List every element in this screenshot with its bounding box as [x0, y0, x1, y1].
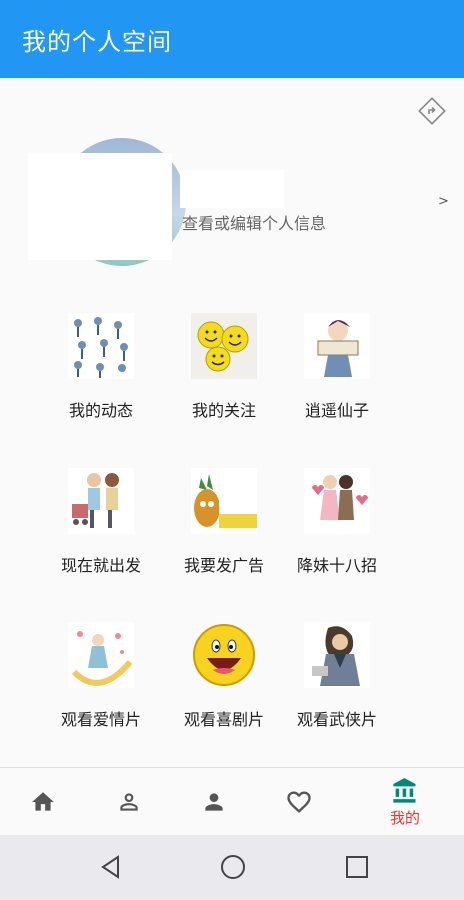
app-bar: 我的个人空间 — [0, 0, 464, 78]
grid-item-watch-comedy[interactable]: 观看喜剧片 — [164, 622, 284, 730]
nav-profile[interactable] — [179, 768, 249, 836]
romance-illustration-icon — [68, 622, 134, 688]
nav-mine[interactable]: 我的 — [370, 768, 440, 836]
nav-mine-label: 我的 — [389, 808, 420, 827]
back-button[interactable] — [96, 852, 126, 882]
page-title: 我的个人空间 — [22, 27, 172, 56]
back-triangle-icon — [101, 855, 119, 879]
martial-artist-icon — [304, 622, 370, 688]
bottom-navigation: 我的 — [0, 767, 464, 835]
grid-item-label: 现在就出发 — [60, 556, 141, 575]
share-icon[interactable] — [418, 97, 446, 125]
recents-square-icon — [346, 856, 368, 878]
home-button[interactable] — [218, 852, 248, 882]
system-nav-bar — [0, 835, 464, 900]
nav-home[interactable] — [8, 768, 78, 836]
grid-item-label: 观看喜剧片 — [183, 710, 264, 729]
grid-item-eighteen-moves[interactable]: 降妹十八招 — [277, 468, 397, 576]
home-icon — [32, 792, 54, 811]
grid-item-set-off-now[interactable]: 现在就出发 — [41, 468, 161, 576]
person-outline-icon — [120, 793, 138, 811]
grid-item-label: 观看爱情片 — [60, 710, 141, 729]
chevron-right-icon[interactable]: > — [438, 194, 449, 209]
recents-button[interactable] — [342, 852, 372, 882]
pineapple-sign-icon — [191, 468, 257, 534]
grid-item-label: 我的动态 — [68, 401, 133, 420]
username-field — [180, 170, 284, 208]
avatar-mask — [28, 153, 172, 260]
grid-item-watch-romance[interactable]: 观看爱情片 — [41, 622, 161, 730]
reading-character-icon — [304, 313, 370, 379]
bank-icon — [393, 777, 416, 803]
couple-hearts-icon — [304, 468, 370, 534]
smiley-buttons-icon — [191, 313, 257, 379]
grid-item-my-feed[interactable]: 我的动态 — [41, 313, 161, 421]
grid-item-label: 逍遥仙子 — [304, 401, 369, 420]
edit-profile-link[interactable]: 查看或编辑个人信息 — [182, 210, 326, 234]
home-circle-icon — [221, 855, 245, 879]
people-collage-icon — [68, 313, 134, 379]
nav-contacts[interactable] — [94, 768, 164, 836]
grid-item-label: 我的关注 — [191, 401, 256, 420]
person-icon — [205, 793, 223, 811]
couple-shopping-icon — [68, 468, 134, 534]
grid-item-watch-martial-arts[interactable]: 观看武侠片 — [277, 622, 397, 730]
nav-favorites[interactable] — [264, 768, 334, 836]
laughing-face-icon — [191, 622, 257, 688]
grid-item-my-follows[interactable]: 我的关注 — [164, 313, 284, 421]
grid-item-xiaoyao-xianzi[interactable]: 逍遥仙子 — [277, 313, 397, 421]
grid-item-label: 观看武侠片 — [296, 710, 377, 729]
grid-item-label: 降妹十八招 — [296, 556, 377, 575]
avatar[interactable] — [28, 138, 186, 270]
heart-icon — [287, 791, 311, 813]
grid-item-post-ad[interactable]: 我要发广告 — [164, 468, 284, 576]
grid-item-label: 我要发广告 — [183, 556, 264, 575]
